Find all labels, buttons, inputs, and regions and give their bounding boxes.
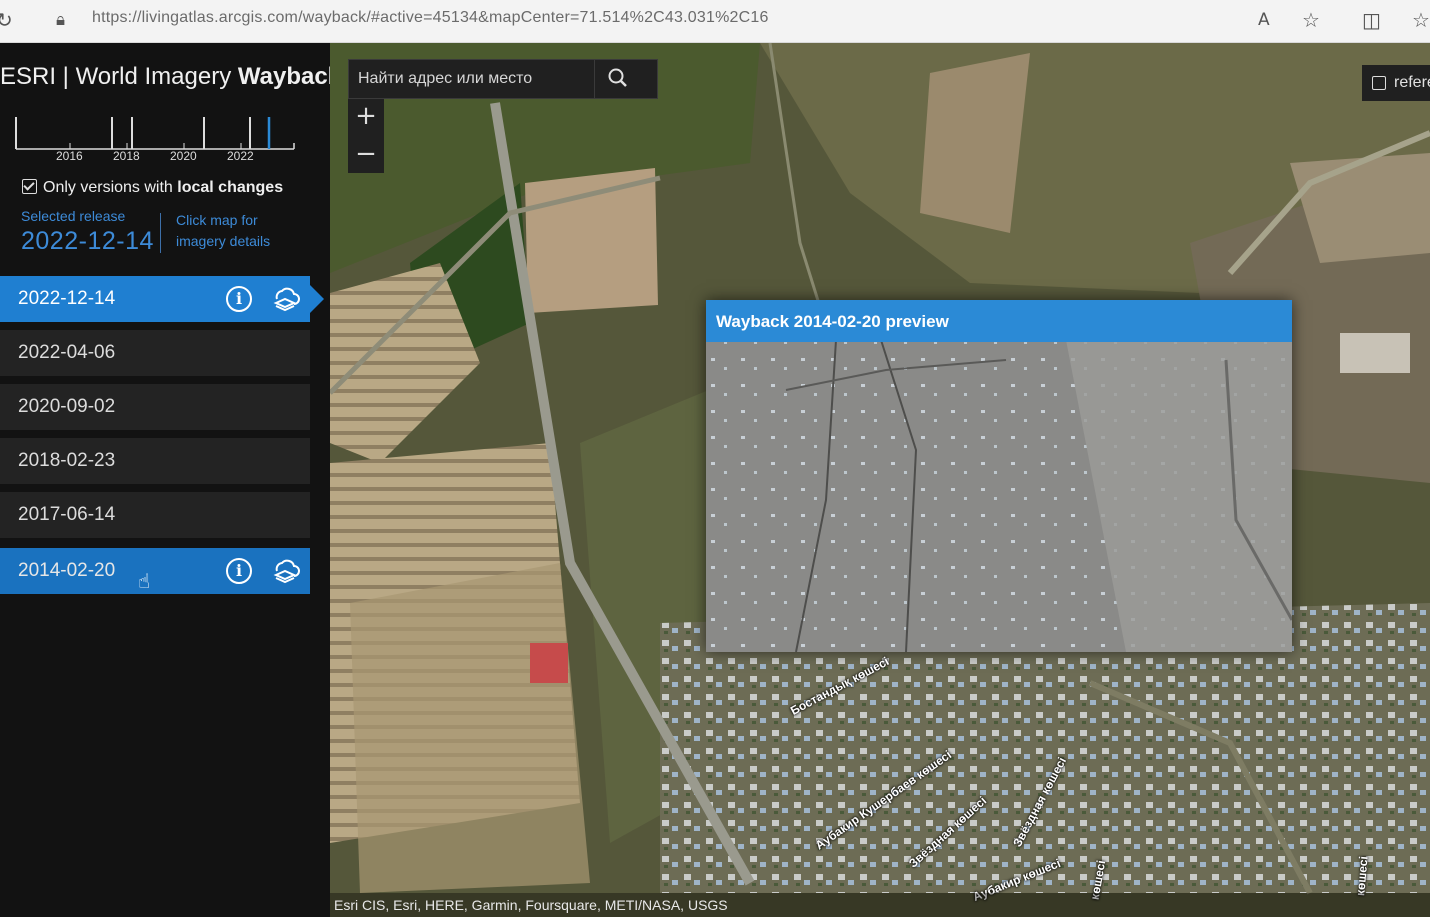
hand-cursor-icon: ☝ (138, 569, 151, 593)
timeline-year: 2016 (56, 149, 83, 163)
zoom-in-button[interactable]: + (348, 99, 384, 135)
preview-title: Wayback 2014-02-20 preview (716, 312, 949, 331)
divider (160, 213, 161, 253)
timeline-ticks[interactable] (14, 113, 296, 153)
release-date: 2018-02-23 (18, 450, 116, 471)
search-button[interactable] (594, 60, 657, 98)
selected-release-date: 2022-12-14 (21, 227, 154, 255)
timeline-year: 2018 (113, 149, 140, 163)
app-title-light: ESRI | World Imagery (0, 63, 238, 90)
info-icon[interactable]: i (226, 558, 252, 584)
release-item-hovered[interactable]: 2014-02-20 i (0, 548, 310, 594)
release-date: 2022-12-14 (18, 288, 116, 309)
lock-icon[interactable]: 🔒︎ (56, 10, 65, 30)
cloud-layers-icon[interactable] (270, 556, 300, 586)
split-screen-icon[interactable]: ◫ (1362, 8, 1381, 32)
browser-toolbar: ↻ 🔒︎ https://livingatlas.arcgis.com/wayb… (0, 0, 1430, 43)
reference-layer-toggle[interactable]: refere (1362, 65, 1430, 101)
favorites-icon[interactable]: ☆ (1412, 8, 1430, 32)
preview-imagery (706, 300, 1292, 652)
release-date: 2017-06-14 (18, 504, 116, 525)
release-timeline[interactable]: 2016 2018 2020 2022 (14, 113, 296, 163)
search-input[interactable] (349, 60, 593, 98)
zoom-controls: + − (348, 99, 384, 173)
selected-release-label: Selected release (21, 208, 126, 224)
checkbox-checked-icon[interactable] (1372, 76, 1386, 90)
checkbox-checked-icon[interactable] (22, 179, 37, 194)
active-arrow (310, 285, 324, 313)
release-date: 2014-02-20 (18, 560, 116, 581)
wayback-preview-window: Wayback 2014-02-20 preview (706, 300, 1292, 652)
app-title-bold: Wayback (237, 63, 342, 90)
timeline-year: 2020 (170, 149, 197, 163)
read-aloud-icon[interactable]: A (1258, 10, 1270, 30)
release-item-active[interactable]: 2022-12-14 i (0, 276, 324, 322)
local-changes-bold: local changes (177, 179, 284, 196)
app-title: ESRI | World Imagery Wayback (0, 63, 341, 91)
local-changes-label: Only versions with (43, 179, 178, 196)
cloud-layers-icon[interactable] (270, 284, 300, 314)
release-item[interactable]: 2022-04-06 (0, 330, 310, 376)
refresh-icon[interactable]: ↻ (0, 8, 13, 32)
sidebar: ESRI | World Imagery Wayback 2016 2018 2… (0, 43, 341, 917)
local-changes-toggle[interactable]: Only versions with local changes (22, 179, 283, 197)
release-item[interactable]: 2020-09-02 (0, 384, 310, 430)
release-date: 2022-04-06 (18, 342, 116, 363)
preview-header: Wayback 2014-02-20 preview (706, 300, 1292, 342)
zoom-out-button[interactable]: − (348, 137, 384, 173)
release-item[interactable]: 2017-06-14 (0, 492, 310, 538)
favorite-star-icon[interactable]: ☆ (1302, 8, 1320, 32)
timeline-year: 2022 (227, 149, 254, 163)
search-box[interactable] (348, 59, 658, 99)
reference-label: refere (1394, 74, 1430, 91)
map-attribution: Esri CIS, Esri, HERE, Garmin, Foursquare… (330, 893, 1430, 917)
release-date: 2020-09-02 (18, 396, 116, 417)
info-icon[interactable]: i (226, 286, 252, 312)
release-item[interactable]: 2018-02-23 (0, 438, 310, 484)
search-icon[interactable] (595, 60, 657, 98)
map-view[interactable]: + − refere Wayback 2014-02-20 preview Бо… (330, 43, 1430, 917)
address-bar[interactable]: https://livingatlas.arcgis.com/wayback/#… (92, 9, 769, 27)
click-map-hint: Click map for imagery details (176, 212, 271, 249)
